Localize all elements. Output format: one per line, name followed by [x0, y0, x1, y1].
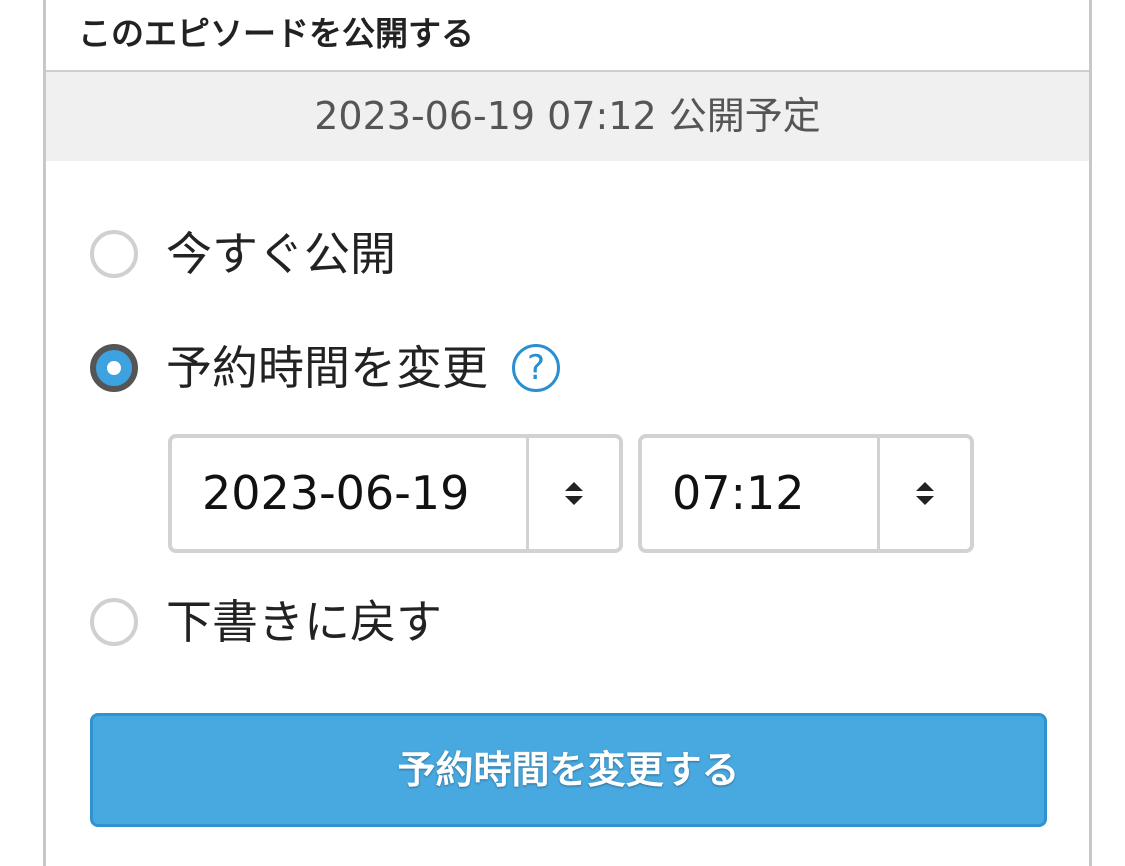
revert-draft-radio[interactable]: [90, 598, 138, 646]
change-schedule-radio[interactable]: [90, 344, 138, 392]
publish-status: 2023-06-19 07:12 公開予定: [46, 72, 1089, 161]
publish-now-radio[interactable]: [90, 230, 138, 278]
date-value: 2023-06-19: [172, 438, 529, 549]
time-select[interactable]: 07:12: [638, 434, 974, 553]
option-revert-draft[interactable]: 下書きに戻す: [90, 592, 442, 652]
date-select-arrows-icon: [529, 438, 619, 549]
change-schedule-label: 予約時間を変更: [166, 341, 488, 395]
panel-heading: このエピソードを公開する: [78, 14, 474, 53]
time-value: 07:12: [642, 438, 880, 549]
option-change-schedule[interactable]: 予約時間を変更 ?: [90, 338, 560, 398]
time-select-arrows-icon: [880, 438, 970, 549]
radio-dot: [107, 361, 121, 375]
revert-draft-label: 下書きに戻す: [166, 595, 442, 649]
option-publish-now[interactable]: 今すぐ公開: [90, 224, 396, 284]
change-schedule-button[interactable]: 予約時間を変更する: [90, 713, 1047, 827]
publish-now-label: 今すぐ公開: [166, 227, 396, 281]
help-icon[interactable]: ?: [512, 344, 560, 392]
date-select[interactable]: 2023-06-19: [168, 434, 623, 553]
